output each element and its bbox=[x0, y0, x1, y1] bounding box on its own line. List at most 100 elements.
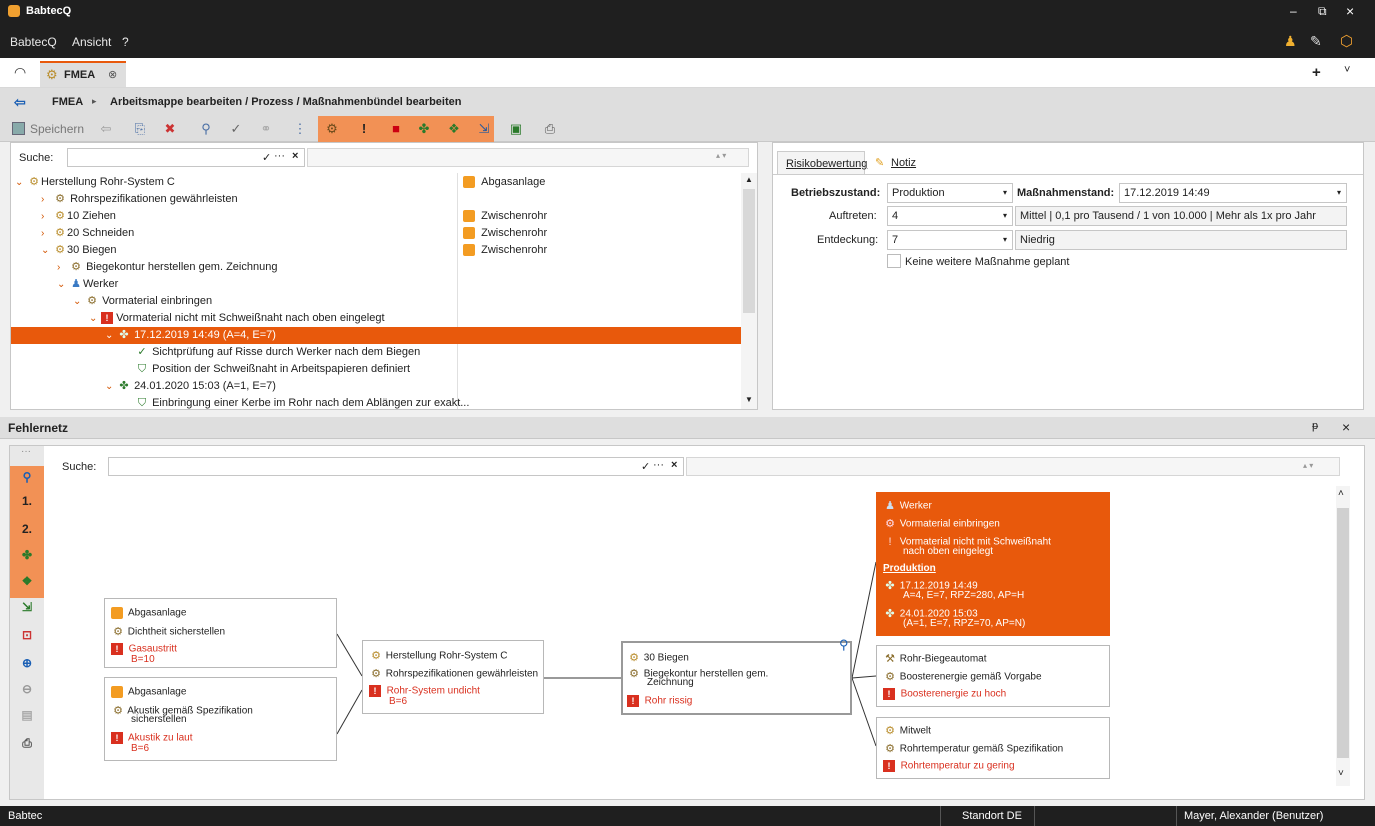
effect-node-3[interactable]: ⚙ Herstellung Rohr-System C ⚙ Rohrspezif… bbox=[362, 640, 544, 714]
chevron-down-icon[interactable]: ⌄ bbox=[89, 310, 101, 327]
spinner-icon[interactable]: ▴ ▾ bbox=[716, 151, 726, 160]
chevron-down-icon[interactable]: ⌄ bbox=[73, 293, 85, 310]
menu-help[interactable]: ? bbox=[122, 35, 129, 49]
betriebszustand-select[interactable]: Produktion ▾ bbox=[887, 183, 1013, 203]
scroll-down-icon[interactable]: ▼ bbox=[745, 395, 753, 404]
tree-row-right[interactable]: Zwischenrohr bbox=[463, 242, 547, 259]
function-icon[interactable]: ⚙ bbox=[322, 119, 342, 139]
chevron-right-icon[interactable]: › bbox=[57, 259, 69, 276]
tab-list-button[interactable]: ˅ bbox=[1344, 64, 1350, 76]
tree-filter-field[interactable]: ▴ ▾ bbox=[307, 148, 749, 167]
chevron-down-icon[interactable]: ⌄ bbox=[15, 174, 27, 191]
chevron-down-icon[interactable]: ⌄ bbox=[57, 276, 69, 293]
minimize-button[interactable]: – bbox=[1290, 4, 1297, 18]
tree-row[interactable]: ⌄ ⚙ 30 Biegen bbox=[41, 242, 117, 259]
save-icon[interactable] bbox=[12, 122, 25, 135]
net-scrollbar[interactable]: ˄ ˅ bbox=[1336, 486, 1350, 786]
clear-icon[interactable]: × bbox=[292, 150, 298, 162]
tree-row-right[interactable]: Abgasanlage bbox=[463, 174, 545, 191]
scroll-up-icon[interactable]: ˄ bbox=[1338, 488, 1344, 499]
new-doc-icon[interactable]: ▣ bbox=[506, 119, 526, 139]
measure-bundle-icon[interactable]: ❖ bbox=[444, 119, 464, 139]
tree-row[interactable]: › ⚙ 20 Schneiden bbox=[41, 225, 134, 242]
edit-icon[interactable]: ✎ bbox=[1310, 33, 1322, 50]
tab-fmea[interactable]: ⚙ FMEA ⊗ bbox=[40, 61, 126, 87]
effect-node-1[interactable]: Abgasanlage ⚙ Dichtheit sicherstellen ! … bbox=[104, 598, 337, 668]
tree-scrollbar[interactable]: ▲ ▼ bbox=[741, 173, 757, 409]
tree-row[interactable]: › ⚙ Biegekontur herstellen gem. Zeichnung bbox=[57, 259, 277, 276]
tree-row[interactable]: › ⚙ 10 Ziehen bbox=[41, 208, 116, 225]
tab-risikobewertung[interactable]: Risikobewertung bbox=[777, 151, 867, 175]
scroll-down-icon[interactable]: ˅ bbox=[1338, 768, 1344, 779]
tree-row[interactable]: ⌄! Vormaterial nicht mit Schweißnaht nac… bbox=[89, 310, 385, 327]
add-check-icon[interactable]: ✓ bbox=[226, 119, 246, 139]
massnahmenstand-select[interactable]: 17.12.2019 14:49 ▾ bbox=[1119, 183, 1347, 203]
scroll-thumb[interactable] bbox=[743, 189, 755, 313]
auftreten-select[interactable]: 4 ▾ bbox=[887, 206, 1013, 226]
app-logo-icon bbox=[8, 5, 20, 17]
chevron-right-icon[interactable]: › bbox=[41, 208, 53, 225]
entdeckung-select[interactable]: 7 ▾ bbox=[887, 230, 1013, 250]
fault-red-icon[interactable]: ■ bbox=[386, 119, 406, 139]
tree-row-right-label: Zwischenrohr bbox=[481, 210, 548, 222]
tree-row-right[interactable]: Zwischenrohr bbox=[463, 225, 547, 242]
chevron-right-icon[interactable]: › bbox=[41, 225, 53, 242]
add-person-icon[interactable]: ⚲ bbox=[196, 119, 216, 139]
chevron-down-icon[interactable]: ▾ bbox=[1003, 231, 1007, 249]
chevron-down-icon[interactable]: ⌄ bbox=[105, 327, 117, 344]
fault-icon[interactable]: ! bbox=[354, 119, 374, 139]
focus-fault-node[interactable]: ⚙ 30 Biegen ⚙ Biegekontur herstellen gem… bbox=[621, 637, 852, 715]
add-tab-button[interactable]: + bbox=[1312, 64, 1321, 81]
breadcrumb-root[interactable]: FMEA bbox=[52, 96, 83, 108]
tree-row[interactable]: ⛉ Position der Schweißnaht in Arbeitspap… bbox=[135, 361, 410, 378]
effect-node-2[interactable]: Abgasanlage ⚙ Akustik gemäß Spezifikatio… bbox=[104, 677, 337, 761]
cause-node-selected[interactable]: ♟ Werker ⚙ Vormaterial einbringen ! Vorm… bbox=[876, 492, 1110, 636]
print-icon[interactable]: ⎙ bbox=[540, 119, 560, 139]
undo-icon[interactable]: ⇦ bbox=[96, 119, 116, 139]
tree-row[interactable]: › ⚙ Rohrspezifikationen gewährleisten bbox=[41, 191, 238, 208]
tree-row[interactable]: ✓ Sichtprüfung auf Risse durch Werker na… bbox=[135, 344, 420, 361]
process-gear-icon: ⚙ bbox=[55, 244, 65, 257]
tree-search-input[interactable]: ✓ ··· × bbox=[67, 148, 305, 167]
cause-node-3[interactable]: ⚙ Mitwelt ⚙ Rohrtemperatur gemäß Spezifi… bbox=[876, 717, 1110, 779]
tree-row[interactable]: ⌄ ⚙ Vormaterial einbringen bbox=[73, 293, 212, 310]
tree-row[interactable]: ⌄ ✤ 24.01.2020 15:03 (A=1, E=7) bbox=[105, 378, 276, 395]
confirm-icon[interactable]: ✓ bbox=[262, 151, 271, 164]
scroll-up-icon[interactable]: ▲ bbox=[745, 175, 753, 184]
maximize-button[interactable]: ⧉ bbox=[1318, 4, 1327, 19]
tree-row-right[interactable]: Zwischenrohr bbox=[463, 208, 547, 225]
hexagon-icon[interactable]: ⬡ bbox=[1340, 32, 1353, 50]
tree-row[interactable]: ⌄ ♟ Werker bbox=[57, 276, 118, 293]
pin-icon[interactable]: ⚲ bbox=[839, 637, 849, 653]
chevron-down-icon[interactable]: ⌄ bbox=[105, 378, 117, 395]
tree-row[interactable]: ⌄ ⚙ Herstellung Rohr-System C bbox=[15, 174, 175, 191]
no-further-measure-checkbox[interactable] bbox=[887, 254, 901, 268]
close-panel-icon[interactable]: × bbox=[1342, 419, 1350, 435]
more-icon[interactable]: ··· bbox=[274, 150, 285, 162]
close-button[interactable]: × bbox=[1346, 3, 1354, 19]
menu-babtecq[interactable]: BabtecQ bbox=[10, 35, 57, 49]
dashboard-icon[interactable]: ◠ bbox=[14, 64, 26, 81]
scroll-thumb[interactable] bbox=[1337, 508, 1349, 758]
delete-icon[interactable]: ✖ bbox=[160, 119, 180, 139]
back-arrow-icon[interactable]: ⇦ bbox=[14, 94, 26, 111]
chevron-down-icon[interactable]: ⌄ bbox=[41, 242, 53, 259]
chevron-right-icon[interactable]: › bbox=[41, 191, 53, 208]
menu-ansicht[interactable]: Ansicht bbox=[72, 35, 111, 49]
chevron-down-icon[interactable]: ▾ bbox=[1337, 184, 1341, 202]
tree-row-selected[interactable]: ⌄ ✤ 17.12.2019 14:49 (A=4, E=7) bbox=[105, 327, 276, 344]
link-icon[interactable]: ⚭ bbox=[256, 119, 276, 139]
copy-icon[interactable]: ⎘ bbox=[130, 119, 150, 139]
pin-icon[interactable]: ᵽ bbox=[1312, 420, 1318, 432]
tab-notiz[interactable]: ✎ Notiz bbox=[867, 151, 929, 175]
tree-row[interactable]: ⛉ Einbringung einer Kerbe im Rohr nach d… bbox=[135, 395, 470, 412]
tab-close-icon[interactable]: ⊗ bbox=[108, 68, 117, 81]
measure-icon[interactable]: ✤ bbox=[414, 119, 434, 139]
cause-node-2[interactable]: ⚒ Rohr-Biegeautomat ⚙ Boosterenergie gem… bbox=[876, 645, 1110, 707]
save-button[interactable]: Speichern bbox=[30, 122, 84, 136]
chevron-down-icon[interactable]: ▾ bbox=[1003, 207, 1007, 225]
tree-icon[interactable]: ⋮ bbox=[290, 119, 310, 139]
users-icon[interactable]: ♟ bbox=[1284, 33, 1297, 50]
export-icon[interactable]: ⇲ bbox=[474, 119, 494, 139]
chevron-down-icon[interactable]: ▾ bbox=[1003, 184, 1007, 202]
